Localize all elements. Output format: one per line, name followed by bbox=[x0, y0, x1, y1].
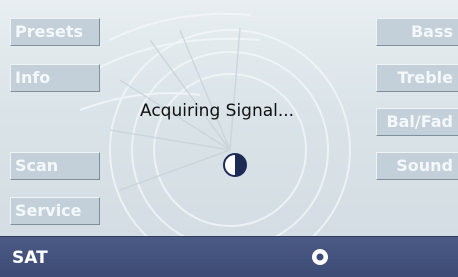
half-circle-icon bbox=[223, 153, 247, 177]
radio-screen: Presets Info Scan Service Bass Treble Ba… bbox=[0, 0, 458, 277]
info-button[interactable]: Info bbox=[10, 64, 100, 92]
presets-button[interactable]: Presets bbox=[10, 18, 100, 46]
bottom-bar: SAT bbox=[0, 236, 458, 277]
status-message: Acquiring Signal... bbox=[140, 101, 295, 121]
bass-button[interactable]: Bass bbox=[376, 18, 458, 46]
scan-button[interactable]: Scan bbox=[10, 152, 100, 180]
source-label: SAT bbox=[12, 248, 48, 268]
service-button[interactable]: Service bbox=[10, 197, 100, 225]
sound-button[interactable]: Sound bbox=[376, 152, 458, 180]
balance-fade-button[interactable]: Bal/Fad bbox=[376, 108, 458, 136]
radio-dot-icon bbox=[312, 249, 328, 265]
treble-button[interactable]: Treble bbox=[376, 64, 458, 92]
